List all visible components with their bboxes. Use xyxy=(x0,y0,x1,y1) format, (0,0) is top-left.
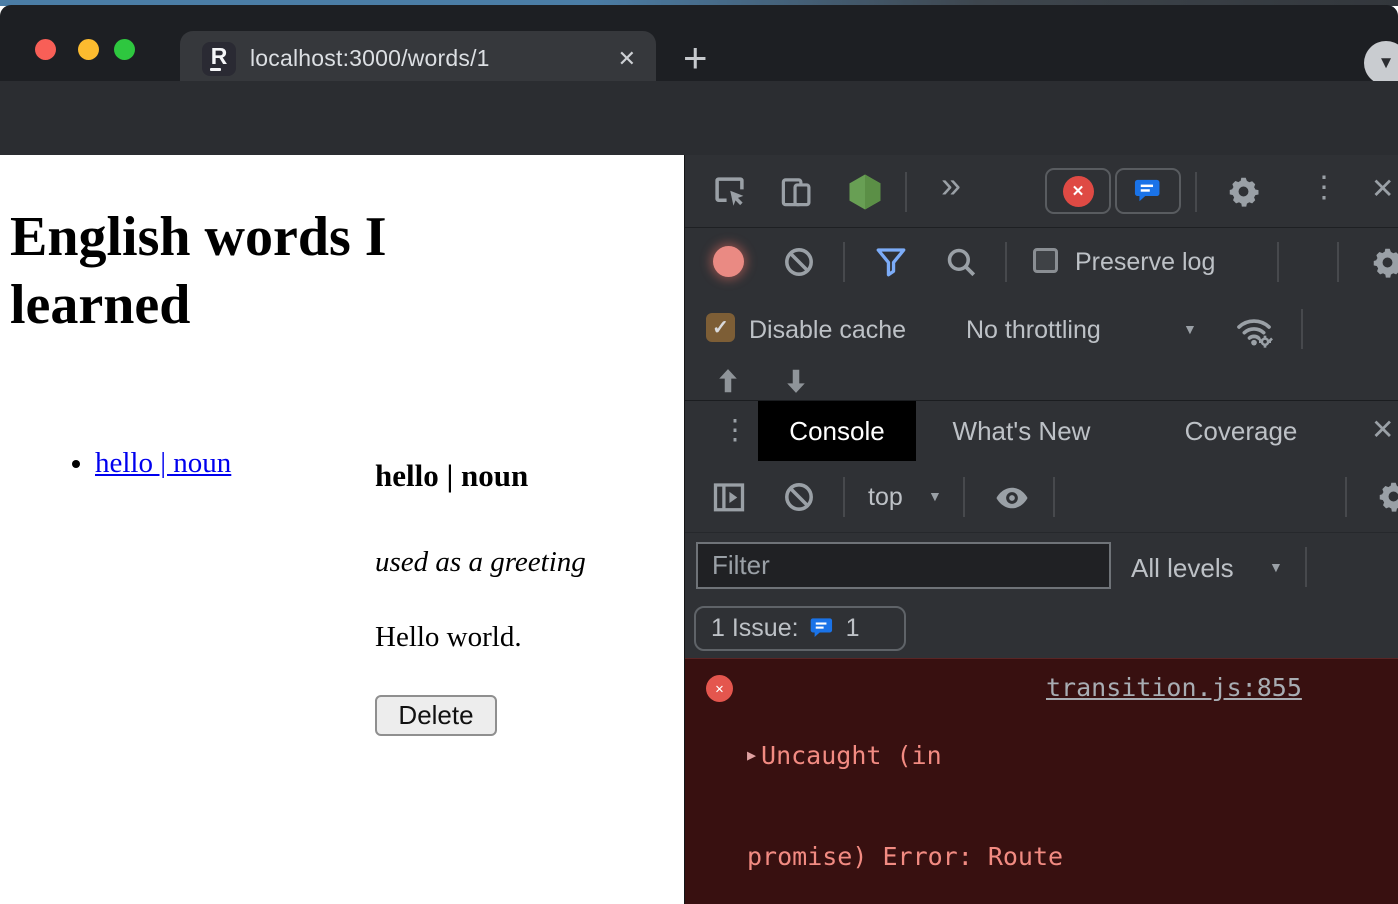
tab-close-icon[interactable]: ✕ xyxy=(618,46,636,72)
console-sidebar-icon[interactable] xyxy=(711,479,747,515)
source-location-link[interactable]: transition.js:855 xyxy=(1046,673,1302,702)
divider xyxy=(1005,242,1007,282)
browser-titlebar: R localhost:3000/words/1 ✕ + ▼ xyxy=(0,5,1398,81)
record-network-log-button[interactable] xyxy=(713,246,744,277)
log-levels-select[interactable]: All levels xyxy=(1131,553,1234,584)
drawer-close-icon[interactable]: ✕ xyxy=(1371,416,1394,444)
tab-coverage[interactable]: Coverage xyxy=(1175,401,1307,461)
tab-console[interactable]: Console xyxy=(758,401,916,461)
more-panels-icon[interactable]: » xyxy=(941,167,961,203)
word-list: hello | noun xyxy=(39,447,231,480)
console-error-message: ✕ ▶Uncaught (in promise) Error: Route "r… xyxy=(685,658,1398,904)
preserve-log-label[interactable]: Preserve log xyxy=(1075,248,1215,277)
tab-overflow-button[interactable]: ▼ xyxy=(1364,41,1398,85)
console-filter-row: All levels ▼ xyxy=(685,533,1398,600)
device-toolbar-icon[interactable] xyxy=(779,174,814,209)
clear-network-icon[interactable] xyxy=(782,245,816,279)
clear-console-icon[interactable] xyxy=(782,480,816,514)
har-import-icon[interactable] xyxy=(713,366,743,396)
issue-chat-icon xyxy=(809,615,836,642)
context-caret-icon[interactable]: ▼ xyxy=(928,488,942,504)
devtools-panel: » ✕ ⋮ ✕ Preserve log xyxy=(684,155,1398,904)
window-close-button[interactable] xyxy=(35,39,56,60)
browser-tab[interactable]: R localhost:3000/words/1 ✕ xyxy=(180,31,656,86)
settings-gear-icon[interactable] xyxy=(1227,175,1260,208)
divider xyxy=(1301,309,1303,349)
network-filter-icon[interactable] xyxy=(873,244,909,280)
page-content: English words I learned hello | noun hel… xyxy=(0,155,684,904)
word-detail-title: hello | noun xyxy=(375,458,528,494)
expand-triangle-icon[interactable]: ▶ xyxy=(747,739,756,773)
issues-prefix: 1 Issue: xyxy=(711,614,799,643)
browser-navbar: ⓘ localhost:3000/words/1 ☆ Incognito ⋮ xyxy=(0,81,1398,155)
disable-cache-label[interactable]: Disable cache xyxy=(749,316,906,345)
divider xyxy=(843,242,845,282)
window-zoom-button[interactable] xyxy=(114,39,135,60)
drawer-menu-icon[interactable]: ⋮ xyxy=(721,416,749,444)
divider xyxy=(843,477,845,517)
devtools-menu-icon[interactable]: ⋮ xyxy=(1309,173,1339,203)
divider xyxy=(905,172,907,212)
preserve-log-checkbox[interactable] xyxy=(1033,248,1058,273)
word-link[interactable]: hello | noun xyxy=(95,447,231,479)
console-filter-input[interactable] xyxy=(696,542,1111,589)
devtools-close-icon[interactable]: ✕ xyxy=(1371,175,1394,203)
node-devtools-icon[interactable] xyxy=(845,172,885,212)
live-expression-eye-icon[interactable] xyxy=(993,479,1031,517)
new-tab-button[interactable]: + xyxy=(683,38,708,78)
divider xyxy=(963,477,965,517)
error-count-button[interactable]: ✕ xyxy=(1045,168,1111,214)
network-options-row: ✓ Disable cache No throttling ▼ xyxy=(685,295,1398,362)
network-conditions-icon[interactable] xyxy=(1234,310,1274,350)
check-icon: ✓ xyxy=(712,315,729,340)
divider xyxy=(1053,477,1055,517)
har-export-icon[interactable] xyxy=(781,366,811,396)
console-settings-gear-icon[interactable] xyxy=(1377,480,1398,513)
window-minimize-button[interactable] xyxy=(78,39,99,60)
divider xyxy=(1195,172,1197,212)
divider xyxy=(1277,242,1279,282)
word-definition: used as a greeting xyxy=(375,546,586,579)
issues-count: 1 xyxy=(846,614,860,643)
error-badge-icon: ✕ xyxy=(1063,176,1094,207)
error-text: ▶Uncaught (in promise) Error: Route "rou… xyxy=(747,672,1347,904)
issues-counter-button[interactable]: 1 Issue: 1 xyxy=(694,606,906,651)
devtools-main-toolbar: » ✕ ⋮ ✕ xyxy=(685,155,1398,228)
execution-context-select[interactable]: top xyxy=(868,483,903,512)
remix-favicon: R xyxy=(202,42,236,76)
list-item: hello | noun xyxy=(95,447,231,480)
levels-caret-icon[interactable]: ▼ xyxy=(1269,559,1283,575)
har-row xyxy=(685,362,1398,400)
throttling-caret-icon[interactable]: ▼ xyxy=(1183,321,1197,337)
tab-whats-new[interactable]: What's New xyxy=(949,401,1094,461)
chevron-down-icon: ▼ xyxy=(1378,53,1395,73)
inspect-element-icon[interactable] xyxy=(712,174,747,209)
network-toolbar: Preserve log xyxy=(685,228,1398,295)
network-search-icon[interactable] xyxy=(944,245,978,279)
error-x-icon: ✕ xyxy=(706,675,733,702)
divider xyxy=(1305,547,1307,587)
disable-cache-checkbox[interactable]: ✓ xyxy=(706,313,735,342)
issues-row: 1 Issue: 1 xyxy=(685,600,1398,658)
issues-chat-icon xyxy=(1133,176,1164,207)
word-example: Hello world. xyxy=(375,621,522,654)
drawer-tab-bar: ⋮ Console What's New Coverage ✕ xyxy=(685,400,1398,460)
throttling-select[interactable]: No throttling xyxy=(966,316,1101,345)
screen: R localhost:3000/words/1 ✕ + ▼ ⓘ localho… xyxy=(0,0,1398,904)
network-settings-gear-icon[interactable] xyxy=(1371,246,1398,279)
tab-title: localhost:3000/words/1 xyxy=(250,45,490,72)
issues-button[interactable] xyxy=(1115,168,1181,214)
page-title: English words I learned xyxy=(10,203,515,340)
delete-button[interactable]: Delete xyxy=(375,695,497,736)
console-toolbar: top ▼ xyxy=(685,460,1398,533)
divider xyxy=(1337,242,1339,282)
divider xyxy=(1345,477,1347,517)
